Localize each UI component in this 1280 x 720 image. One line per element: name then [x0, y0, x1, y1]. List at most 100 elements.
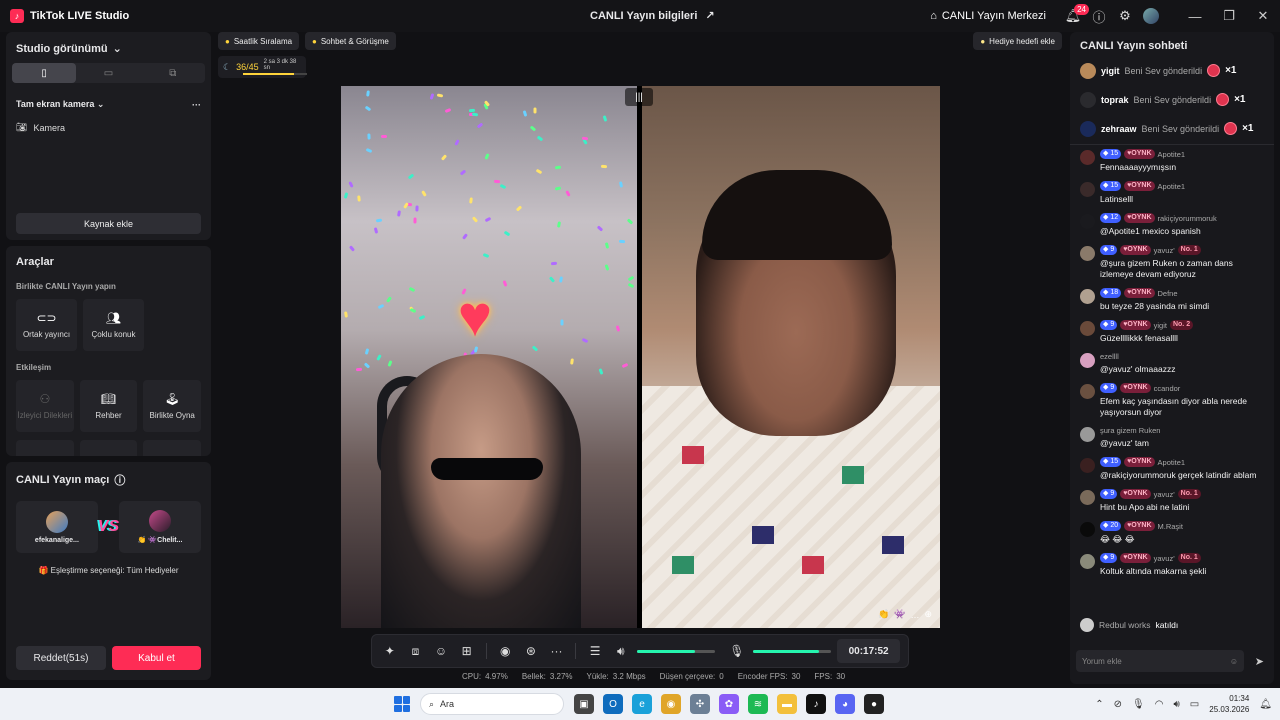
- network-icon[interactable]: ⊘: [1114, 699, 1122, 710]
- accept-button[interactable]: Kabul et: [112, 646, 201, 670]
- fullscreen-camera-dropdown[interactable]: Tam ekran kamera ⌄: [16, 99, 104, 110]
- live-center-link[interactable]: ⌂ CANLI Yayın Merkezi: [930, 10, 1046, 22]
- clock[interactable]: 01:34 25.03.2026: [1209, 693, 1249, 715]
- chat-message[interactable]: ◆ 9 ♥OYNK yigit No. 2 Güzellllikkk fenasall…: [1070, 316, 1274, 348]
- split-handle[interactable]: |||: [625, 88, 653, 106]
- chat-username[interactable]: rakiçiyorummoruk: [1158, 214, 1217, 223]
- chat-message[interactable]: ezellll @yavuz' olmaaazzz: [1070, 348, 1274, 379]
- chat-username[interactable]: yigit: [1154, 321, 1167, 330]
- co-host-button[interactable]: ⊂⊃ Ortak yayıncı: [16, 299, 77, 351]
- mic-volume-slider[interactable]: [752, 649, 832, 653]
- screen-button[interactable]: ⊞: [457, 641, 477, 661]
- app-icon[interactable]: ●: [864, 694, 884, 714]
- player-card-1[interactable]: efekanalige...: [16, 501, 98, 553]
- more-icon[interactable]: …: [910, 610, 919, 620]
- settings-button[interactable]: ⚙: [1112, 3, 1138, 29]
- chat-message[interactable]: ◆ 15 ♥OYNK Apotite1 Latinselll: [1070, 177, 1274, 209]
- windows-start-icon[interactable]: [394, 696, 410, 712]
- battery-icon[interactable]: ▭: [1190, 699, 1199, 710]
- chat-message[interactable]: ◆ 9 ♥OYNK yavuz' No. 1 @şura gizem Ruken o …: [1070, 241, 1274, 284]
- record-button[interactable]: ◉: [495, 641, 515, 661]
- chat-message[interactable]: ◆ 9 ♥OYNK yavuz' No. 1 Hint bu Apo abi ne l…: [1070, 485, 1274, 517]
- hourly-rank-chip[interactable]: ● Saatlik Sıralama: [218, 32, 300, 50]
- task-view-icon[interactable]: ▣: [574, 694, 594, 714]
- game-icon[interactable]: 👾: [894, 609, 905, 620]
- landscape-view-button[interactable]: ▭: [76, 63, 140, 83]
- mic-icon[interactable]: 🎙︎: [1132, 699, 1145, 710]
- more-options-icon[interactable]: ···: [192, 100, 201, 110]
- speaker-button[interactable]: 🔊︎: [611, 641, 631, 661]
- minimize-button[interactable]: —: [1178, 0, 1212, 32]
- chat-message[interactable]: ◆ 12 ♥OYNK rakiçiyorummoruk @Apotite1 mexi…: [1070, 209, 1274, 241]
- edge-icon[interactable]: e: [632, 694, 652, 714]
- gift-goal-chip[interactable]: ● Hediye hedefi ekle: [973, 32, 1062, 50]
- filter-button[interactable]: ⧈: [406, 641, 426, 661]
- chat-username[interactable]: ezellll: [1100, 352, 1119, 361]
- pause-button[interactable]: ⊛: [521, 641, 541, 661]
- help-button[interactable]: ⓘ: [1086, 3, 1112, 29]
- help-icon[interactable]: ⓘ: [114, 472, 125, 488]
- copilot-icon[interactable]: ✿: [719, 694, 739, 714]
- effects-button[interactable]: ✦: [380, 641, 400, 661]
- play-together-button[interactable]: 🕹︎ Birlikte Oyna: [143, 380, 202, 432]
- wifi-icon[interactable]: ◠: [1155, 699, 1164, 710]
- add-source-button[interactable]: Kaynak ekle: [16, 213, 201, 234]
- chat-username[interactable]: Apotite1: [1158, 458, 1186, 467]
- chat-message[interactable]: ◆ 15 ♥OYNK Apotite1 @rakiçiyorummoruk gerç…: [1070, 453, 1274, 485]
- chat-username[interactable]: Apotite1: [1158, 150, 1186, 159]
- tool-button[interactable]: ▤: [143, 440, 202, 456]
- chat-message[interactable]: ◆ 9 ♥OYNK ccandor Efem kaç yaşındasın diyo…: [1070, 379, 1274, 422]
- volume-icon[interactable]: 🔊︎: [1173, 699, 1179, 710]
- close-button[interactable]: ✕: [1246, 0, 1280, 32]
- chat-username[interactable]: Defne: [1158, 289, 1178, 298]
- chat-username[interactable]: Apotite1: [1158, 182, 1186, 191]
- audio-settings-button[interactable]: ☰: [585, 641, 605, 661]
- chat-message[interactable]: ◆ 9 ♥OYNK yavuz' No. 1 Koltuk altında makar…: [1070, 549, 1274, 581]
- camera-source-item[interactable]: 📷︎ Kamera: [6, 114, 211, 141]
- clap-icon[interactable]: 👏: [878, 609, 889, 620]
- chat-username[interactable]: yavuz': [1154, 490, 1175, 499]
- chat-messages[interactable]: ◆ 15 ♥OYNK Apotite1 Fennaaaayyymışsın ◆ 15…: [1070, 144, 1274, 640]
- chat-username[interactable]: ccandor: [1154, 384, 1181, 393]
- notification-bell-icon[interactable]: 🔔︎: [1259, 699, 1272, 710]
- multi-guest-button[interactable]: 👥︎ Çoklu konuk: [83, 299, 144, 351]
- live-info-link[interactable]: CANLI Yayın bilgileri ↗: [590, 9, 715, 23]
- maximize-button[interactable]: ❐: [1212, 0, 1246, 32]
- chat-meet-chip[interactable]: ● Sohbet & Görüşme: [305, 32, 396, 50]
- chrome-icon[interactable]: ◉: [661, 694, 681, 714]
- outlook-icon[interactable]: O: [603, 694, 623, 714]
- add-icon[interactable]: ⊕: [924, 609, 932, 620]
- studio-view-dropdown[interactable]: Studio görünümü ⌄: [6, 32, 211, 61]
- tool-button[interactable]: ☑: [79, 440, 138, 456]
- comment-input[interactable]: Yorum ekle ☺: [1076, 650, 1244, 672]
- chat-message[interactable]: ◆ 15 ♥OYNK Apotite1 Fennaaaayyymışsın: [1070, 145, 1274, 177]
- portrait-view-button[interactable]: ▯: [12, 63, 77, 83]
- chat-username[interactable]: yavuz': [1154, 554, 1175, 563]
- file-explorer-icon[interactable]: ▬: [777, 694, 797, 714]
- dual-view-button[interactable]: ⧉: [141, 63, 205, 83]
- more-button[interactable]: ···: [547, 641, 567, 661]
- tiktok-icon[interactable]: ♪: [806, 694, 826, 714]
- chat-message[interactable]: ◆ 20 ♥OYNK M.Raşit 😂 😂 😂: [1070, 517, 1274, 549]
- notifications-button[interactable]: 🔔︎ 24: [1060, 3, 1089, 29]
- chat-username[interactable]: yavuz': [1154, 246, 1175, 255]
- network-app-icon[interactable]: ✣: [690, 694, 710, 714]
- profile-button[interactable]: [1138, 3, 1164, 29]
- emoji-icon[interactable]: ☺: [1230, 657, 1238, 666]
- chat-username[interactable]: şura gizem Ruken: [1100, 426, 1160, 435]
- player-card-2[interactable]: 👏 👾Chelit...: [119, 501, 201, 553]
- chevron-up-icon[interactable]: ⌃: [1095, 699, 1103, 710]
- discord-icon[interactable]: ◕: [835, 694, 855, 714]
- tool-button[interactable]: ◎: [16, 440, 74, 456]
- chat-message[interactable]: ◆ 18 ♥OYNK Defne bu teyze 28 yasinda mi si…: [1070, 284, 1274, 316]
- send-icon[interactable]: ➤: [1255, 655, 1264, 668]
- viewer-requests-button[interactable]: ⚇ İzleyici Dilekleri: [16, 380, 74, 432]
- chat-username[interactable]: M.Raşit: [1158, 522, 1183, 531]
- avatar-button[interactable]: ☺: [431, 641, 451, 661]
- speaker-volume-slider[interactable]: [636, 649, 716, 653]
- spotify-icon[interactable]: ≋: [748, 694, 768, 714]
- taskbar-search[interactable]: ⌕ Ara: [420, 693, 564, 715]
- hourly-rank-progress[interactable]: ☾ 36/45 2 sa 3 dk 38 sn: [218, 56, 307, 78]
- reject-button[interactable]: Reddet(51s): [16, 646, 106, 670]
- mic-button[interactable]: 🎙︎: [727, 641, 747, 661]
